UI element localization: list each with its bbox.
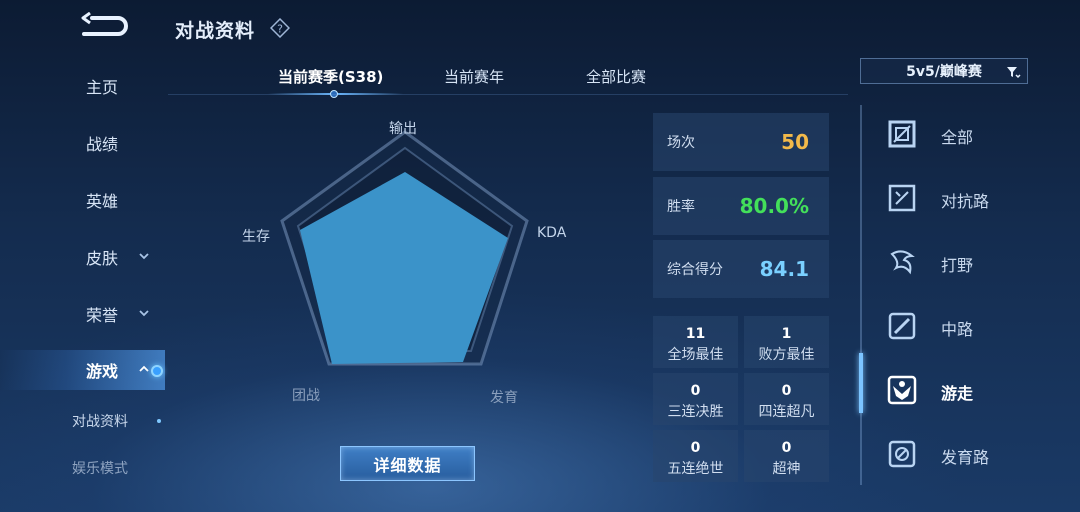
nav-item-skins[interactable]: 皮肤 [0, 237, 165, 277]
back-arrow-icon[interactable] [78, 12, 130, 42]
achievement-quadra-kill: 0 四连超凡 [744, 373, 829, 425]
sub-item-entertainment[interactable]: 娱乐模式 [0, 453, 165, 483]
tab-current-season[interactable]: 当前赛季(S38) [278, 66, 383, 87]
help-icon[interactable]: ? [270, 18, 290, 38]
svg-text:?: ? [277, 23, 283, 36]
filter-icon [1007, 67, 1021, 79]
radar-chart [280, 130, 529, 366]
chevron-down-icon [139, 310, 149, 317]
roam-icon [887, 375, 917, 405]
tabs-divider [168, 94, 848, 95]
role-all[interactable]: 全部 [886, 114, 1056, 154]
stat-matches: 场次 50 [653, 113, 829, 171]
stat-score-value: 84.1 [759, 257, 809, 281]
achievement-legendary: 0 超神 [744, 430, 829, 482]
nav-item-heroes[interactable]: 英雄 [0, 180, 165, 220]
battle-data-screen: 对战资料 ? 主页 战绩 英雄 皮肤 荣誉 游戏 对战资料 娱乐模式 当前赛季(… [0, 0, 1080, 512]
radar-label-kda: KDA [537, 225, 567, 241]
achievement-losing-mvp: 1 败方最佳 [744, 316, 829, 368]
page-title: 对战资料 [175, 20, 256, 42]
tab-current-year[interactable]: 当前赛年 [444, 66, 504, 87]
stat-score: 综合得分 84.1 [653, 240, 829, 298]
roles-selected-indicator [859, 353, 863, 413]
radar-label-survival: 生存 [242, 229, 270, 245]
stat-win-rate-value: 80.0% [739, 194, 809, 218]
role-farm-lane[interactable]: 发育路 [886, 434, 1056, 474]
role-roam[interactable]: 游走 [886, 370, 1056, 410]
tab-all-matches[interactable]: 全部比赛 [586, 66, 646, 87]
stat-matches-value: 50 [781, 130, 809, 154]
role-clash-lane[interactable]: 对抗路 [886, 178, 1056, 218]
stat-win-rate: 胜率 80.0% [653, 177, 829, 235]
roles-divider [859, 105, 863, 485]
radar-label-output: 输出 [389, 121, 417, 137]
chevron-down-icon [139, 253, 149, 260]
detail-data-button[interactable]: 详细数据 [340, 446, 475, 481]
mid-lane-icon [888, 312, 916, 340]
farm-lane-icon [888, 440, 916, 468]
mode-select[interactable]: 5v5/巅峰赛 [860, 58, 1028, 84]
nav-item-game[interactable]: 游戏 [0, 350, 165, 390]
chevron-up-icon [139, 365, 149, 372]
ability-radar: 输出 KDA 发育 团战 生存 [200, 100, 630, 430]
achievement-penta-kill: 0 五连绝世 [653, 430, 738, 482]
jungle-icon [890, 250, 915, 275]
role-jungle[interactable]: 打野 [886, 242, 1056, 282]
achievement-triple-kill: 0 三连决胜 [653, 373, 738, 425]
all-roles-icon [888, 120, 916, 148]
nav-item-honors[interactable]: 荣誉 [0, 294, 165, 334]
role-mid-lane[interactable]: 中路 [886, 306, 1056, 346]
nav-item-records[interactable]: 战绩 [0, 123, 165, 163]
season-tabs: 当前赛季(S38) 当前赛年 全部比赛 [260, 62, 680, 98]
achievement-mvp: 11 全场最佳 [653, 316, 738, 368]
nav-item-home[interactable]: 主页 [0, 66, 165, 106]
radar-label-development: 发育 [490, 390, 518, 406]
radar-label-teamfight: 团战 [292, 388, 320, 404]
clash-lane-icon [888, 184, 916, 212]
sub-item-battle-data[interactable]: 对战资料 [0, 406, 165, 436]
